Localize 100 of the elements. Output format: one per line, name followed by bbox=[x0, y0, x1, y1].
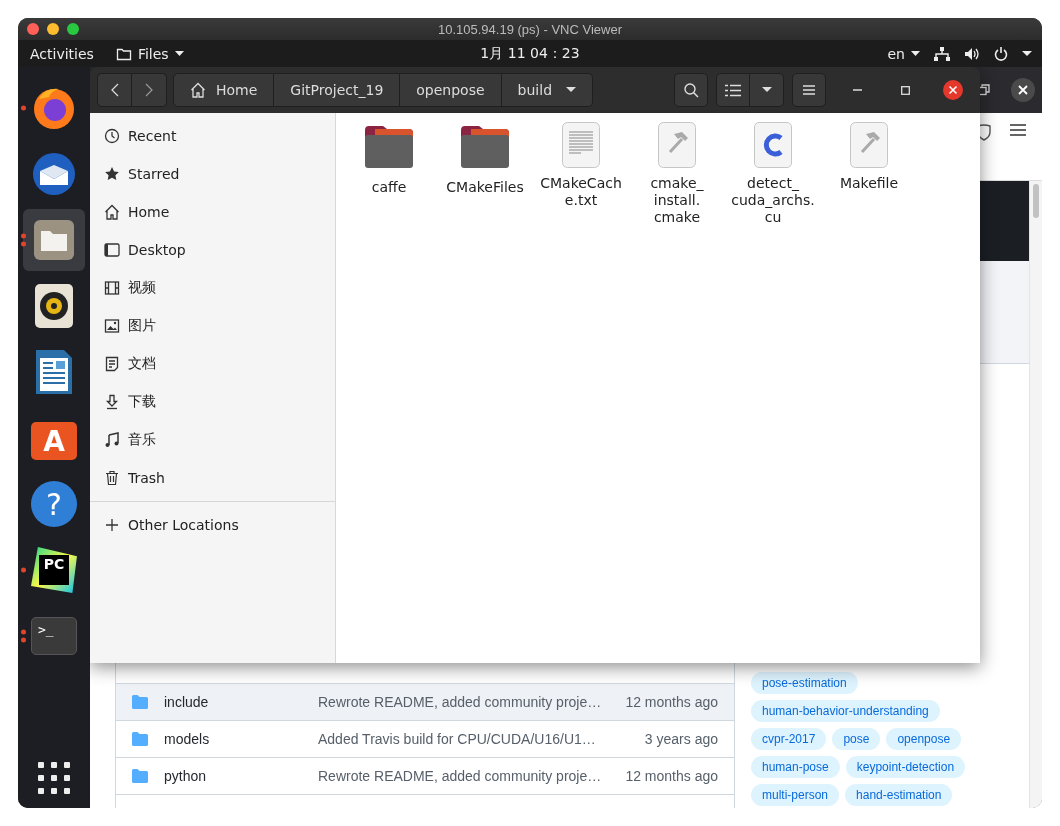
topic-tag[interactable]: hand-estimation bbox=[845, 784, 953, 806]
topic-tag[interactable]: keypoint-detection bbox=[845, 756, 966, 778]
dock-item[interactable] bbox=[23, 209, 85, 271]
sidebar-item[interactable]: Trash bbox=[90, 459, 335, 497]
help-icon: ? bbox=[31, 481, 77, 527]
sidebar-item[interactable]: 音乐 bbox=[90, 421, 335, 459]
sidebar-item[interactable]: Home bbox=[90, 193, 335, 231]
menu-button[interactable] bbox=[792, 73, 826, 107]
path-segment[interactable]: GitProject_19 bbox=[274, 73, 401, 107]
menu-icon bbox=[803, 85, 815, 95]
file-name[interactable]: caffe bbox=[371, 179, 407, 196]
path-segment[interactable]: build bbox=[501, 73, 594, 107]
dock-item[interactable]: ? bbox=[23, 473, 85, 535]
file-name[interactable]: cmake_ install. cmake bbox=[650, 175, 704, 226]
close-window-button[interactable] bbox=[27, 23, 39, 35]
picture-icon bbox=[104, 318, 120, 334]
commit-message[interactable]: Added Travis build for CPU/CUDA/U16/U1… bbox=[318, 731, 645, 747]
file-row[interactable]: python Rewrote README, added community proje… 12 months ago bbox=[116, 757, 734, 794]
caret-icon bbox=[174, 50, 184, 57]
file-name[interactable]: Makefile bbox=[839, 175, 899, 192]
close-icon[interactable] bbox=[1010, 77, 1036, 103]
file-name[interactable]: models bbox=[164, 731, 318, 747]
clock[interactable]: 1月 11 04：23 bbox=[480, 44, 580, 63]
dock-item[interactable]: A bbox=[23, 407, 85, 469]
file-name[interactable]: CMakeCach e.txt bbox=[540, 175, 622, 209]
sidebar-item[interactable]: 文档 bbox=[90, 345, 335, 383]
file-row[interactable]: models Added Travis build for CPU/CUDA/U16/U1… 3 years ago bbox=[116, 720, 734, 757]
home-icon bbox=[190, 82, 206, 98]
close-icon bbox=[943, 80, 963, 100]
caret-icon[interactable] bbox=[1022, 50, 1032, 57]
film-icon bbox=[104, 280, 120, 296]
topic-tag[interactable]: cvpr-2017 bbox=[751, 728, 827, 750]
plus-icon bbox=[104, 517, 120, 533]
scrollbar-thumb[interactable] bbox=[1033, 184, 1039, 218]
maximize-icon bbox=[900, 85, 910, 95]
topic-tag[interactable]: human-pose bbox=[751, 756, 840, 778]
list-icon bbox=[725, 83, 741, 97]
window-title: 10.105.94.19 (ps) - VNC Viewer bbox=[438, 21, 622, 37]
trash-icon bbox=[104, 470, 120, 486]
app-grid-icon[interactable] bbox=[38, 762, 70, 794]
folder-icon bbox=[115, 46, 132, 61]
dock-item[interactable]: >_ bbox=[23, 605, 85, 667]
commit-message[interactable]: Rewrote README, added community proje… bbox=[318, 694, 626, 710]
sidebar-item[interactable]: Desktop bbox=[90, 231, 335, 269]
shopping-bag-icon: A bbox=[31, 422, 77, 460]
search-icon bbox=[683, 82, 699, 98]
minimize-icon bbox=[852, 89, 862, 91]
speaker-icon bbox=[34, 283, 74, 329]
folder-icon bbox=[132, 695, 148, 709]
sidebar-item[interactable]: Starred bbox=[90, 155, 335, 193]
volume-icon[interactable] bbox=[964, 46, 980, 61]
back-button[interactable] bbox=[97, 73, 132, 107]
menu-icon[interactable] bbox=[1010, 123, 1026, 137]
folder-icon bbox=[132, 732, 148, 746]
terminal-icon: >_ bbox=[31, 617, 77, 655]
home-icon bbox=[104, 204, 120, 220]
document-icon bbox=[35, 349, 73, 395]
sidebar-item[interactable]: Recent bbox=[90, 117, 335, 155]
activities-button[interactable]: Activities bbox=[30, 45, 94, 62]
app-menu[interactable]: Files bbox=[115, 45, 184, 62]
dock-item[interactable]: PC bbox=[23, 539, 85, 601]
power-icon[interactable] bbox=[994, 46, 1008, 61]
keyboard-layout-menu[interactable]: en bbox=[887, 45, 920, 62]
c-source-file-icon[interactable] bbox=[754, 122, 792, 168]
topic-tag[interactable]: openpose bbox=[886, 728, 962, 750]
sidebar-item[interactable]: 下载 bbox=[90, 383, 335, 421]
forward-button[interactable] bbox=[132, 73, 167, 107]
file-name[interactable]: include bbox=[164, 694, 318, 710]
network-icon[interactable] bbox=[934, 46, 950, 61]
path-segment[interactable]: openpose bbox=[400, 73, 502, 107]
search-button[interactable] bbox=[674, 73, 708, 107]
other-locations-item[interactable]: Other Locations bbox=[90, 506, 335, 544]
commit-time: 12 months ago bbox=[625, 768, 718, 784]
restore-icon[interactable] bbox=[978, 84, 990, 96]
path-segment[interactable]: Home bbox=[173, 73, 275, 107]
clock-icon bbox=[104, 128, 120, 144]
star-icon bbox=[104, 166, 120, 182]
caret-icon bbox=[911, 50, 920, 57]
folder-icon[interactable] bbox=[365, 124, 413, 170]
commit-message[interactable]: Rewrote README, added community proje… bbox=[318, 768, 626, 784]
topic-tag[interactable]: human-behavior-understanding bbox=[751, 700, 940, 722]
caret-icon bbox=[761, 87, 772, 93]
view-options-button[interactable] bbox=[750, 73, 784, 107]
zoom-window-button[interactable] bbox=[67, 23, 79, 35]
minimize-window-button[interactable] bbox=[47, 23, 59, 35]
topic-tag[interactable]: multi-person bbox=[751, 784, 840, 806]
chevron-right-icon bbox=[145, 83, 153, 97]
list-view-button[interactable] bbox=[716, 73, 750, 107]
file-name[interactable]: detect_ cuda_archs. cu bbox=[731, 175, 815, 226]
desktop-icon bbox=[104, 242, 120, 258]
sidebar-item[interactable]: 视频 bbox=[90, 269, 335, 307]
file-name[interactable]: python bbox=[164, 768, 318, 784]
topic-tag[interactable]: pose bbox=[832, 728, 881, 750]
topic-tag[interactable]: pose-estimation bbox=[751, 672, 858, 694]
file-row[interactable]: include Rewrote README, added community proje… 12 months ago bbox=[116, 683, 734, 720]
folder-icon bbox=[132, 769, 148, 783]
sidebar-item[interactable]: 图片 bbox=[90, 307, 335, 345]
folder-icon[interactable] bbox=[461, 124, 509, 170]
file-name[interactable]: CMakeFiles bbox=[446, 179, 524, 196]
document-icon bbox=[104, 356, 120, 372]
